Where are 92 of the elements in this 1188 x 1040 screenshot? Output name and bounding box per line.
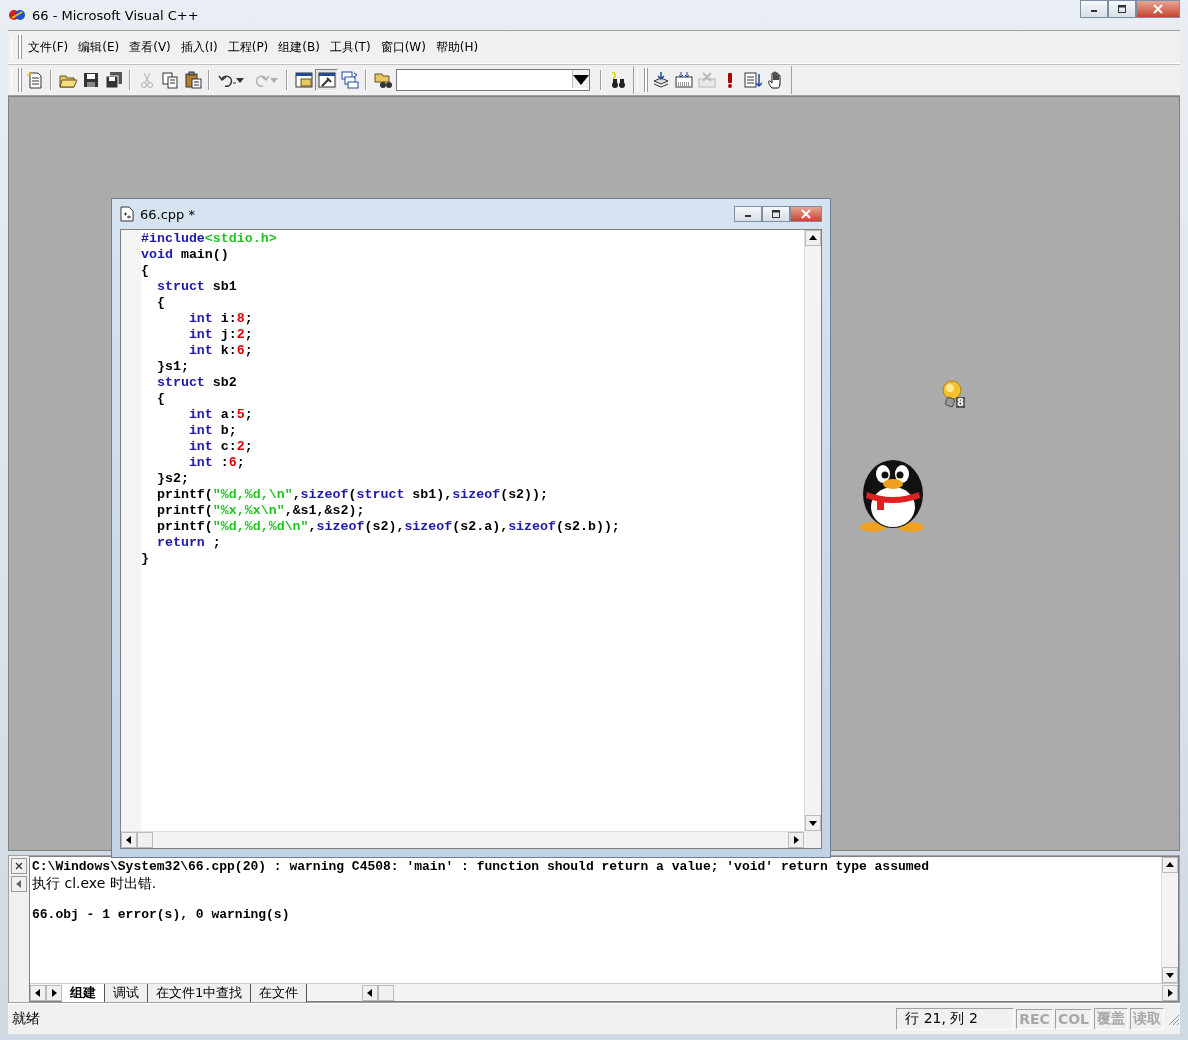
scroll-down-button[interactable] <box>1162 967 1178 983</box>
menu-item[interactable]: 组建(B) <box>273 35 325 59</box>
resize-grip-icon[interactable] <box>1166 1012 1180 1026</box>
status-indicator: 覆盖 <box>1094 1008 1128 1030</box>
down-arrow-icon[interactable] <box>809 819 817 827</box>
status-indicator: COL <box>1054 1009 1092 1029</box>
code-line: struct sb2 <box>155 375 238 391</box>
maximize-button[interactable] <box>762 206 790 222</box>
vertical-scrollbar[interactable] <box>804 230 821 831</box>
cursor-position: 行 21, 列 2 <box>896 1008 1015 1030</box>
code-line: printf("%d,%d,\n",sizeof(struct sb1),sizeof(s2)); <box>155 487 550 503</box>
down-arrow-icon[interactable] <box>1166 971 1174 979</box>
maximize-button[interactable] <box>1108 0 1136 18</box>
code-line: void main() <box>141 247 230 263</box>
minimize-button[interactable] <box>734 206 762 222</box>
tab-scroll-left-button[interactable] <box>30 984 46 1001</box>
right-arrow-icon[interactable] <box>1166 988 1174 997</box>
menu-item[interactable]: 窗口(W) <box>375 35 431 59</box>
scroll-right-button[interactable] <box>1162 984 1178 1001</box>
vertical-scrollbar[interactable] <box>1161 857 1178 983</box>
tab-scroll-right-button[interactable] <box>46 984 62 1001</box>
output-tab[interactable]: 在文件 <box>251 983 308 1002</box>
app-logo-icon <box>8 8 26 22</box>
status-indicator: REC <box>1016 1009 1053 1029</box>
status-message: 就绪 <box>11 1010 40 1028</box>
toolbar-grip[interactable] <box>11 35 19 59</box>
code-line: int c:2; <box>187 439 254 455</box>
caret-icon[interactable] <box>236 76 244 84</box>
output-tab[interactable]: 组建 <box>62 983 105 1002</box>
menu-item[interactable]: 插入(I) <box>175 35 223 59</box>
document-title: 66.cpp * <box>140 206 195 222</box>
right-arrow-icon[interactable] <box>50 988 58 997</box>
code-line: struct sb1 <box>155 279 238 295</box>
output-line: 66.obj - 1 error(s), 0 warning(s) <box>32 907 291 923</box>
code-line: int :6; <box>187 455 246 471</box>
code-line: printf("%x,%x\n",&s1,&s2); <box>155 503 366 519</box>
code-line: printf("%d,%d,%d\n",sizeof(s2),sizeof(s2.a),sizeof(s2.b)); <box>155 519 620 535</box>
scroll-right-button[interactable] <box>788 832 804 848</box>
code-line: }s2; <box>155 471 190 487</box>
code-line: int a:5; <box>187 407 254 423</box>
left-arrow-icon[interactable] <box>125 836 133 844</box>
left-arrow-icon[interactable] <box>366 988 374 997</box>
code-line: int j:2; <box>187 327 254 343</box>
up-arrow-icon[interactable] <box>1166 861 1174 869</box>
code-line: { <box>155 295 166 311</box>
document-icon <box>120 206 134 222</box>
code-line: #include<stdio.h> <box>141 231 278 247</box>
code-line: { <box>141 263 150 279</box>
close-icon[interactable] <box>15 862 23 870</box>
toolbar-grip[interactable] <box>11 68 19 92</box>
light-bulb-icon[interactable] <box>939 380 963 410</box>
maximize-icon[interactable] <box>1116 4 1128 14</box>
scroll-up-button[interactable] <box>805 230 821 246</box>
code-line: { <box>155 391 166 407</box>
close-button[interactable] <box>1136 0 1180 18</box>
code-line: }s1; <box>155 359 190 375</box>
output-line: C:\Windows\System32\66.cpp(20) : warning C4508: 'main' : function should return a value; 'void' return type assumed <box>32 859 931 875</box>
maximize-icon[interactable] <box>770 209 782 219</box>
menu-item[interactable]: 工具(T) <box>324 35 376 59</box>
scrollbar-corner <box>804 831 821 848</box>
close-pane-button[interactable] <box>11 858 27 874</box>
scroll-thumb[interactable] <box>378 984 394 1001</box>
scroll-up-button[interactable] <box>1162 857 1178 873</box>
up-arrow-icon[interactable] <box>809 234 817 242</box>
code-line: } <box>141 551 150 567</box>
left-arrow-icon[interactable] <box>34 988 42 997</box>
output-tab[interactable]: 在文件1中查找 <box>148 983 252 1002</box>
minimize-button[interactable] <box>1080 0 1108 18</box>
code-line: return ; <box>155 535 222 551</box>
code-line: int i:8; <box>187 311 254 327</box>
output-tab[interactable]: 调试 <box>105 983 148 1002</box>
count-label: 8 <box>956 397 965 408</box>
horizontal-scrollbar[interactable] <box>121 831 804 848</box>
menu-item[interactable]: 查看(V) <box>124 35 176 59</box>
pane-button[interactable] <box>11 876 27 892</box>
scroll-left-button[interactable] <box>121 832 137 848</box>
output-line: 执行 cl.exe 时出错. <box>32 875 158 891</box>
code-line: int k:6; <box>187 343 254 359</box>
close-button[interactable] <box>790 206 822 222</box>
scroll-down-button[interactable] <box>805 815 821 831</box>
right-arrow-icon[interactable] <box>792 836 800 844</box>
find-combo-box[interactable] <box>396 69 590 91</box>
scroll-left-button[interactable] <box>362 984 378 1001</box>
code-line: int b; <box>187 423 238 439</box>
menu-item[interactable]: 帮助(H) <box>430 35 484 59</box>
scroll-thumb[interactable] <box>137 832 153 848</box>
status-indicator: 读取 <box>1130 1008 1164 1030</box>
menu-item[interactable]: 工程(P) <box>222 35 274 59</box>
menu-item[interactable]: 编辑(E) <box>73 35 125 59</box>
toolbar-grip[interactable] <box>637 68 645 92</box>
menu-item[interactable]: 文件(F) <box>23 35 74 59</box>
window-title: 66 - Microsoft Visual C++ <box>32 7 199 23</box>
